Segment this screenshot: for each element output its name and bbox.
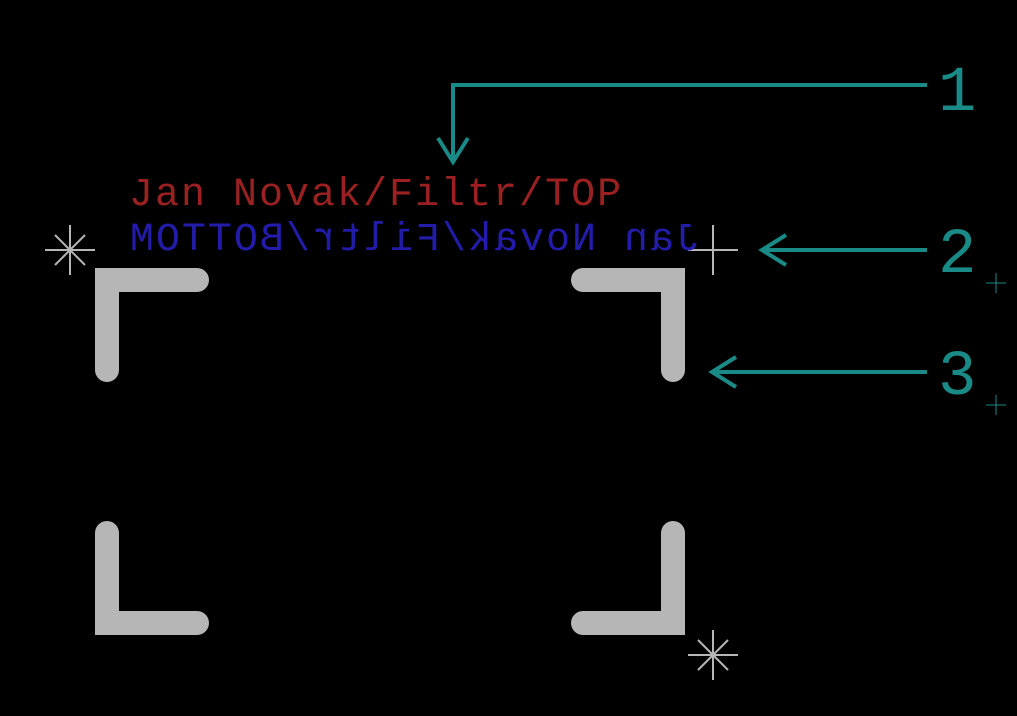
silkscreen-bottom-text: Jan Novak/Filtr/BOTTOM — [128, 218, 700, 263]
corner-top-right — [583, 280, 673, 370]
corner-top-left — [107, 280, 197, 370]
callout-3: 3 — [712, 342, 976, 414]
callout-3-label: 3 — [938, 342, 976, 414]
callout-1: 1 — [438, 58, 976, 162]
fiducial-top-left — [45, 225, 95, 275]
callout-2-label: 2 — [938, 220, 976, 292]
teal-cross-upper — [986, 273, 1006, 293]
teal-cross-lower — [986, 395, 1006, 415]
corner-bottom-left — [107, 533, 197, 623]
silkscreen-top-text: Jan Novak/Filtr/TOP — [129, 173, 623, 218]
board-outline — [107, 280, 673, 623]
callout-1-label: 1 — [938, 58, 976, 130]
corner-bottom-right — [583, 533, 673, 623]
fiducial-bottom-right — [688, 630, 738, 680]
callout-2: 2 — [762, 220, 976, 292]
diagram-canvas: Jan Novak/Filtr/TOP Jan Novak/Filtr/BOTT… — [0, 0, 1017, 716]
